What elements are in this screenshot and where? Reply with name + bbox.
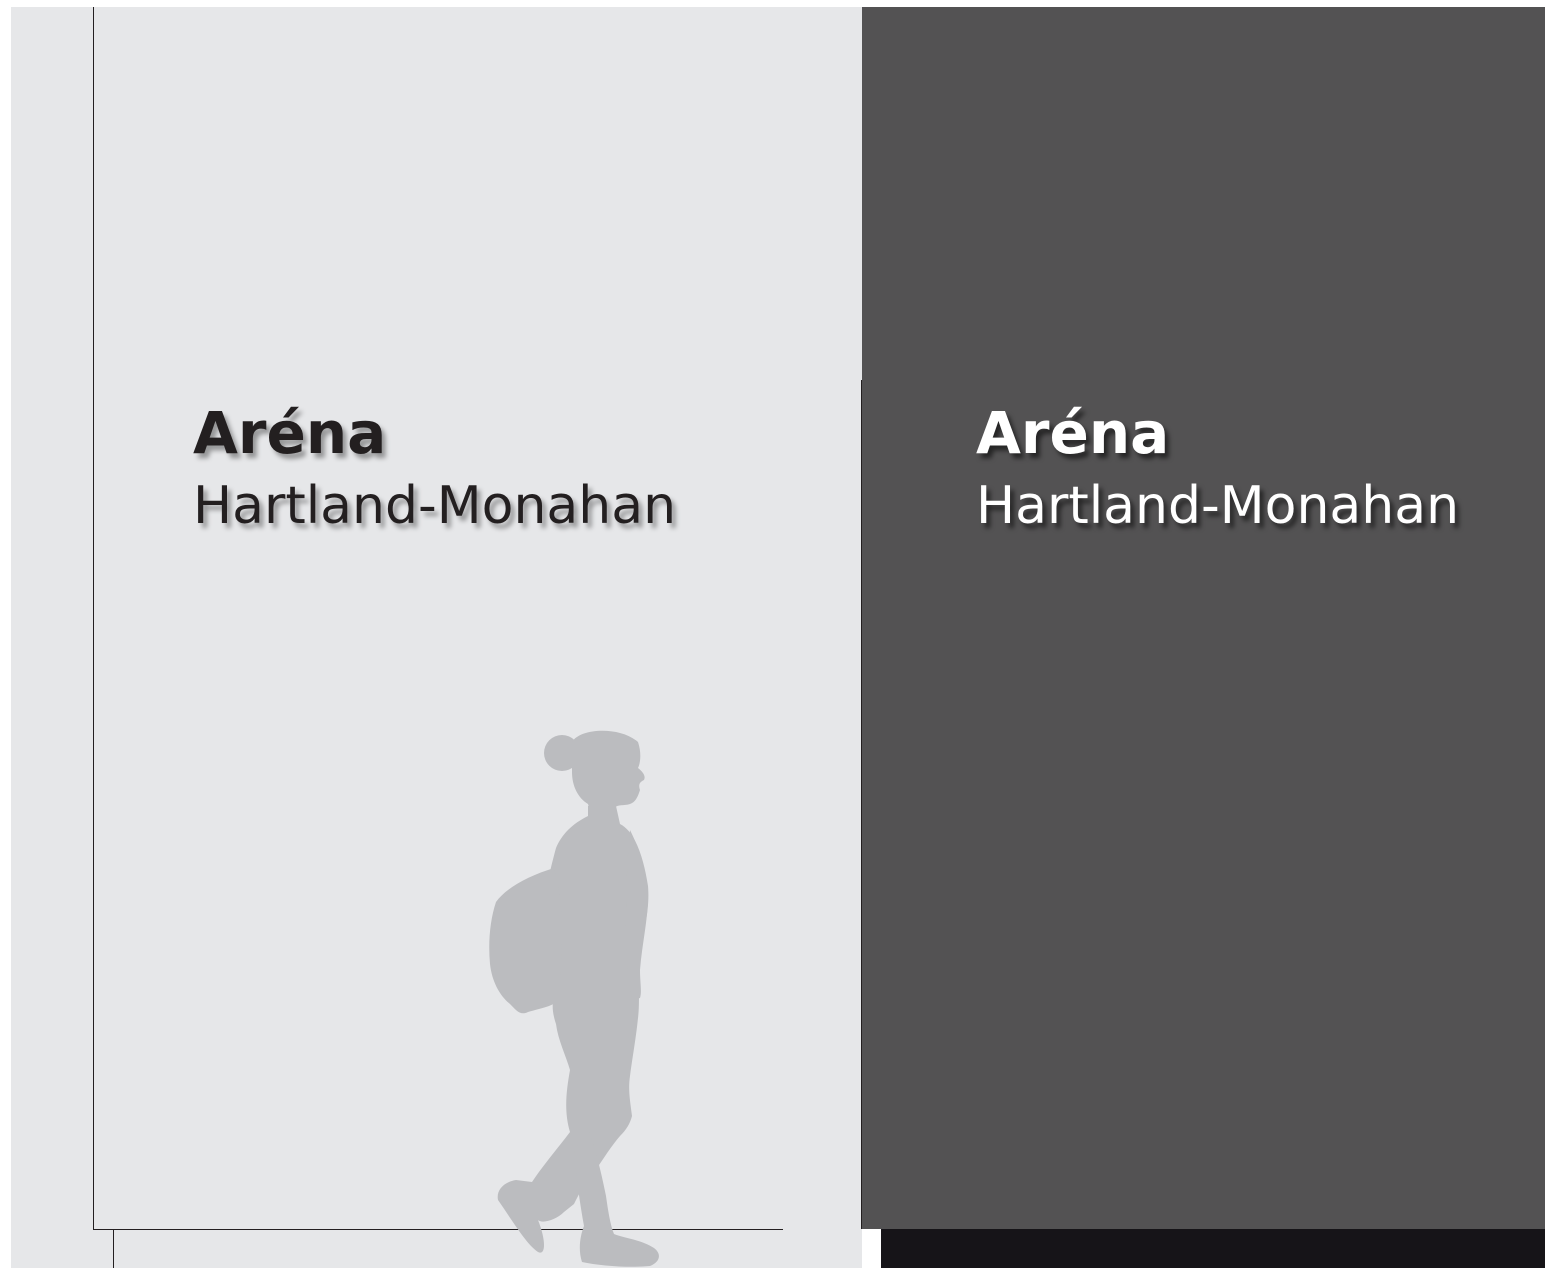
person-silhouette-icon [489, 730, 659, 1267]
wall-vertical-line [93, 7, 94, 1230]
light-sign-panel [11, 7, 862, 1268]
panel-divider-line [861, 380, 862, 1229]
light-sign-subtitle: Hartland-Monahan [193, 476, 677, 536]
floor-tick-line [113, 1229, 114, 1268]
dark-sign-panel [862, 7, 1545, 1229]
dark-floor-strip [881, 1229, 1545, 1268]
dark-sign-title: Aréna [976, 399, 1170, 467]
light-sign-title: Aréna [193, 399, 387, 467]
dark-sign-subtitle: Hartland-Monahan [976, 476, 1460, 536]
